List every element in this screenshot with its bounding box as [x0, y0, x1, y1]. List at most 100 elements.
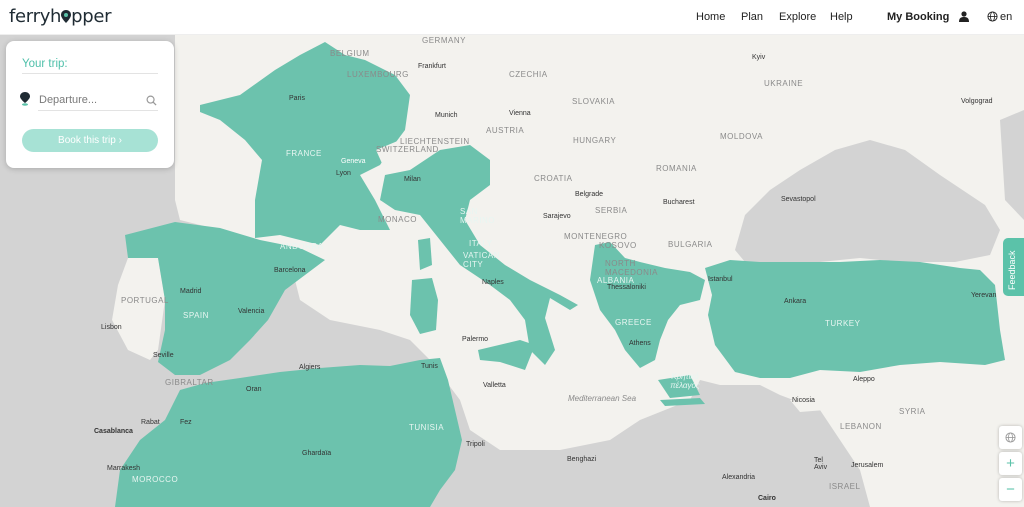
- label-morocco: MOROCCO: [132, 475, 179, 484]
- label-belgium: BELGIUM: [330, 49, 370, 58]
- city-tunis: Tunis: [421, 363, 438, 370]
- city-palermo: Palermo: [462, 336, 489, 343]
- city-belgrade: Belgrade: [575, 191, 604, 198]
- language-selector[interactable]: en: [1000, 11, 1012, 23]
- label-bulgaria: BULGARIA: [668, 240, 713, 249]
- city-munich: Munich: [435, 112, 458, 119]
- label-tunisia: TUNISIA: [409, 423, 445, 432]
- city-valencia: Valencia: [238, 308, 265, 315]
- label-kosovo: KOSOVO: [599, 241, 637, 250]
- label-israel: ISRAEL: [829, 482, 861, 491]
- label-greece: GREECE: [615, 318, 652, 327]
- city-paris: Paris: [289, 95, 305, 102]
- label-portugal: PORTUGAL: [121, 296, 169, 305]
- city-thessaloniki: Thessaloniki: [607, 284, 646, 291]
- label-moldova: MOLDOVA: [720, 132, 763, 141]
- label-germany: GERMANY: [422, 36, 466, 45]
- departure-input[interactable]: Departure...: [39, 94, 97, 106]
- city-oran: Oran: [246, 386, 262, 393]
- city-tripoli: Tripoli: [466, 441, 485, 448]
- nav-explore[interactable]: Explore: [779, 11, 816, 23]
- label-luxembourg: LUXEMBOURG: [347, 70, 409, 79]
- label-san-marino: SAN MARINO: [460, 207, 495, 225]
- city-ghardaia: Ghardaïa: [302, 450, 332, 457]
- logo-text-right: pper: [71, 6, 112, 27]
- label-lebanon: LEBANON: [840, 422, 882, 431]
- trip-planner-panel: Your trip: Departure... Book this trip ›: [6, 41, 174, 168]
- city-alexandria: Alexandria: [722, 474, 756, 481]
- city-athens: Athens: [629, 340, 651, 347]
- city-madrid: Madrid: [180, 288, 202, 295]
- label-austria: AUSTRIA: [486, 126, 525, 135]
- book-trip-button[interactable]: Book this trip ›: [22, 129, 158, 152]
- city-sevastopol: Sevastopol: [781, 196, 816, 203]
- city-aleppo: Aleppo: [853, 376, 875, 383]
- city-jerusalem: Jerusalem: [851, 462, 884, 469]
- top-navbar: ferryh pper Home Plan Explore Help My Bo…: [0, 0, 1024, 35]
- logo-pin-icon: [61, 9, 72, 24]
- city-valletta: Valletta: [483, 382, 506, 389]
- city-geneva: Geneva: [341, 158, 366, 165]
- label-syria: SYRIA: [899, 407, 926, 416]
- label-hungary: HUNGARY: [573, 136, 617, 145]
- search-icon[interactable]: [146, 93, 158, 106]
- city-tel-aviv: Tel Aviv: [814, 457, 828, 471]
- city-casablanca: Casablanca: [94, 428, 133, 435]
- label-turkey: TURKEY: [825, 319, 861, 328]
- label-north-macedonia: NORTH MACEDONIA: [605, 259, 658, 277]
- label-croatia: CROATIA: [534, 174, 573, 183]
- city-algiers: Algiers: [299, 364, 321, 371]
- ferryhopper-logo[interactable]: ferryh pper: [9, 6, 112, 27]
- city-benghazi: Benghazi: [567, 456, 597, 463]
- crete-sea-label: Κρητικό πέλαγος: [670, 372, 700, 390]
- label-switzerland: SWITZERLAND: [376, 145, 439, 154]
- city-istanbul: Istanbul: [708, 276, 733, 283]
- title-divider: [22, 73, 158, 74]
- user-icon[interactable]: [959, 11, 969, 25]
- sea-label: Mediterranean Sea: [567, 394, 637, 403]
- nav-help[interactable]: Help: [830, 11, 853, 23]
- label-gibraltar: GIBRALTAR: [165, 378, 214, 387]
- city-seville: Seville: [153, 352, 174, 359]
- feedback-label: Feedback: [1007, 250, 1017, 290]
- city-marrakesh: Marrakesh: [107, 465, 141, 472]
- land-corsica: [418, 238, 432, 270]
- nav-plan[interactable]: Plan: [741, 11, 763, 23]
- city-nicosia: Nicosia: [792, 397, 815, 404]
- label-vatican: VATICAN CITY: [463, 251, 500, 269]
- city-rabat: Rabat: [141, 419, 160, 426]
- city-yerevan: Yerevan: [971, 292, 997, 299]
- city-lyon: Lyon: [336, 170, 351, 177]
- zoom-out-icon[interactable]: −: [999, 478, 1022, 501]
- city-barcelona: Barcelona: [274, 267, 306, 274]
- label-italy: ITALY: [469, 239, 493, 248]
- label-monaco: MONACO: [378, 215, 417, 224]
- city-cairo: Cairo: [758, 495, 776, 502]
- city-fez: Fez: [180, 419, 192, 426]
- label-montenegro: MONTENEGRO: [564, 232, 628, 241]
- city-sarajevo: Sarajevo: [543, 213, 571, 220]
- label-andorra: ANDORRA: [280, 242, 324, 251]
- city-kyiv: Kyiv: [752, 54, 766, 61]
- city-naples: Naples: [482, 279, 504, 286]
- city-lisbon: Lisbon: [101, 324, 122, 331]
- label-spain: SPAIN: [183, 311, 209, 320]
- label-france: FRANCE: [286, 149, 322, 158]
- zoom-in-icon[interactable]: +: [999, 452, 1022, 475]
- layers-icon[interactable]: [999, 426, 1022, 449]
- label-serbia: SERBIA: [595, 206, 628, 215]
- globe-icon[interactable]: [987, 11, 998, 25]
- city-frankfurt: Frankfurt: [418, 63, 447, 70]
- label-slovakia: SLOVAKIA: [572, 97, 615, 106]
- departure-underline: [38, 110, 158, 111]
- label-ukraine: UKRAINE: [764, 79, 804, 88]
- city-vienna: Vienna: [509, 110, 531, 117]
- nav-my-booking[interactable]: My Booking: [887, 11, 949, 23]
- pin-icon: [20, 92, 30, 106]
- label-czechia: CZECHIA: [509, 70, 548, 79]
- city-ankara: Ankara: [784, 298, 807, 305]
- feedback-tab[interactable]: Feedback: [1003, 238, 1024, 296]
- city-bucharest: Bucharest: [663, 199, 695, 206]
- logo-text-left: ferryh: [9, 6, 62, 27]
- nav-home[interactable]: Home: [696, 11, 725, 23]
